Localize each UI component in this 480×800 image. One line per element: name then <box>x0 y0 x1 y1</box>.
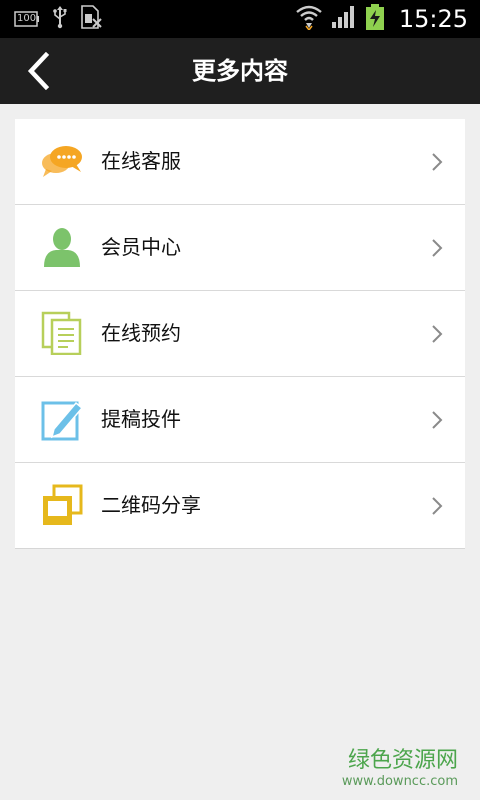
menu-item-member-center[interactable]: 会员中心 <box>15 204 465 290</box>
watermark: 绿色资源网 www.downcc.com <box>342 748 458 790</box>
chat-bubble-icon <box>40 139 84 183</box>
status-bar: 100 15:25 <box>0 0 480 38</box>
status-time: 15:25 <box>398 5 468 33</box>
chevron-right-icon <box>431 152 443 172</box>
wifi-icon <box>295 4 323 34</box>
watermark-url: www.downcc.com <box>341 774 458 789</box>
edit-icon <box>40 397 84 441</box>
watermark-title: 绿色资源网 <box>347 748 458 773</box>
chevron-right-icon <box>431 496 443 516</box>
signal-icon <box>331 5 357 33</box>
user-icon <box>40 225 84 269</box>
menu-item-label: 二维码分享 <box>101 493 201 517</box>
battery-level-label: 100 <box>17 13 37 24</box>
sim-icon <box>80 5 102 33</box>
usb-icon <box>52 5 68 33</box>
chevron-right-icon <box>431 238 443 258</box>
battery-charging-icon <box>365 3 385 35</box>
menu-item-label: 会员中心 <box>101 235 181 259</box>
page-title: 更多内容 <box>192 57 288 85</box>
menu-item-online-booking[interactable]: 在线预约 <box>15 290 465 376</box>
menu-item-label: 在线客服 <box>101 149 181 173</box>
menu-item-label: 提稿投件 <box>101 407 181 431</box>
menu-item-submit-manuscript[interactable]: 提稿投件 <box>15 376 465 462</box>
menu-list: 在线客服 会员中心 在线预约 提稿投件 二维码分享 <box>15 119 465 549</box>
document-copy-icon <box>40 311 84 356</box>
battery-level-icon: 100 <box>14 10 40 28</box>
menu-item-qrcode-share[interactable]: 二维码分享 <box>15 462 465 548</box>
menu-item-online-service[interactable]: 在线客服 <box>15 119 465 204</box>
title-bar: 更多内容 <box>0 38 480 104</box>
chevron-right-icon <box>431 410 443 430</box>
photo-stack-icon <box>40 483 84 527</box>
menu-item-label: 在线预约 <box>101 321 181 345</box>
chevron-right-icon <box>431 324 443 344</box>
